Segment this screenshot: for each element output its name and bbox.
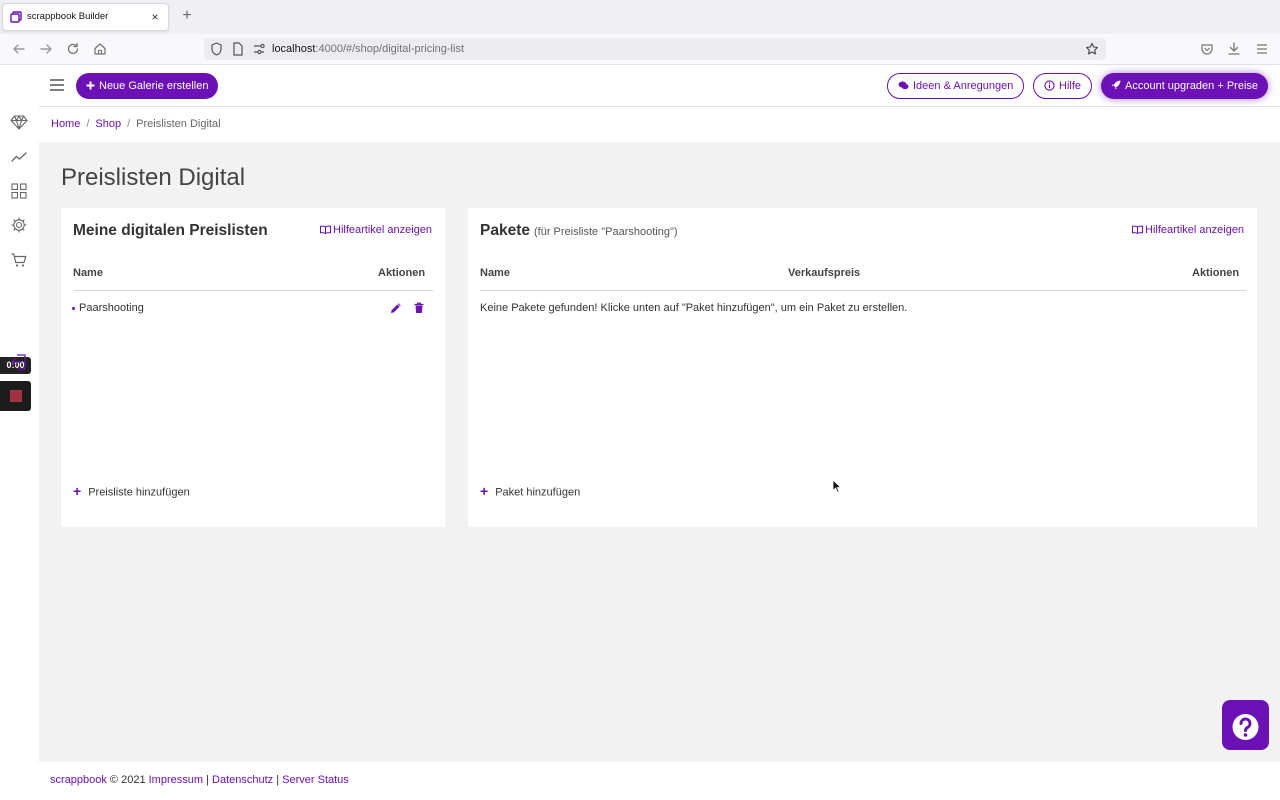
shield-icon[interactable]: [210, 42, 223, 56]
shopping-cart-icon[interactable]: [10, 251, 28, 269]
delete-trash-icon[interactable]: [413, 302, 425, 314]
new-gallery-button[interactable]: Neue Galerie erstellen: [76, 73, 219, 99]
home-icon[interactable]: [91, 40, 109, 58]
tab-title: scrappbook Builder: [27, 11, 109, 22]
footer-impressum-link[interactable]: Impressum: [149, 774, 203, 786]
edit-pencil-icon[interactable]: [390, 302, 402, 314]
permissions-icon[interactable]: [252, 42, 266, 56]
settings-gear-icon[interactable]: [10, 216, 28, 234]
footer: scrappbook © 2021 Impressum | Datenschut…: [50, 774, 349, 786]
breadcrumb-shop[interactable]: Shop: [95, 118, 121, 130]
table-divider: [73, 290, 433, 291]
stop-recording-button[interactable]: [0, 381, 31, 411]
url-text: localhost:4000/#/shop/digital-pricing-li…: [272, 43, 465, 55]
footer-datenschutz-link[interactable]: Datenschutz: [212, 774, 273, 786]
logout-icon[interactable]: [10, 353, 28, 371]
browser-nav-bar: localhost:4000/#/shop/digital-pricing-li…: [0, 34, 1280, 65]
mouse-cursor-icon: [832, 479, 842, 493]
app-header: Neue Galerie erstellen Ideen & Anregunge…: [0, 65, 1280, 107]
bullet: [72, 306, 75, 310]
page-icon: [232, 42, 244, 56]
url-bar[interactable]: localhost:4000/#/shop/digital-pricing-li…: [204, 38, 1106, 60]
back-arrow-icon[interactable]: [10, 40, 28, 58]
hamburger-menu-icon[interactable]: [49, 78, 65, 92]
stop-square-icon: [10, 390, 22, 402]
new-tab-button[interactable]: +: [180, 8, 194, 24]
menu-icon[interactable]: [1253, 40, 1271, 58]
plus-icon: +: [73, 483, 82, 499]
download-icon[interactable]: [1225, 40, 1243, 58]
statistics-chart-icon[interactable]: [10, 148, 28, 166]
rocket-icon: [1111, 80, 1121, 90]
packages-title: Pakete (für Preisliste "Paarshooting"): [480, 222, 678, 239]
tab-close-icon[interactable]: ×: [147, 9, 163, 25]
breadcrumb-current: Preislisten Digital: [136, 118, 221, 130]
comments-icon: [898, 81, 909, 90]
price-lists-card: Meine digitalen Preislisten Hilfeartikel…: [61, 208, 445, 527]
add-price-list-button[interactable]: + Preisliste hinzufügen: [73, 483, 190, 499]
breadcrumb: Home / Shop / Preislisten Digital: [39, 107, 1280, 142]
footer-brand-link[interactable]: scrappbook: [50, 774, 107, 786]
forward-arrow-icon[interactable]: [37, 40, 55, 58]
column-header-actions: Aktionen: [1192, 267, 1240, 279]
column-header-name: Name: [73, 267, 103, 279]
main-content: Preislisten Digital Meine digitalen Prei…: [39, 142, 1280, 762]
reload-icon[interactable]: [64, 40, 82, 58]
breadcrumb-home[interactable]: Home: [51, 118, 80, 130]
info-circle-icon: [1044, 79, 1055, 91]
browser-tab[interactable]: scrappbook Builder ×: [2, 3, 169, 31]
table-row[interactable]: Paarshooting: [72, 302, 144, 314]
table-divider: [480, 290, 1246, 291]
book-icon: [320, 225, 331, 234]
book-icon: [1132, 225, 1143, 234]
browser-tab-bar: scrappbook Builder × +: [0, 0, 1280, 34]
apps-grid-icon[interactable]: [10, 182, 28, 200]
footer-server-status-link[interactable]: Server Status: [282, 774, 349, 786]
price-lists-title: Meine digitalen Preislisten: [73, 222, 268, 239]
upgrade-account-button[interactable]: Account upgraden + Preise: [1101, 73, 1269, 99]
price-list-name: Paarshooting: [79, 302, 144, 314]
column-header-name: Name: [480, 267, 510, 279]
sidebar: 0:00: [0, 65, 39, 800]
packages-subtitle: (für Preisliste "Paarshooting"): [533, 226, 678, 238]
add-package-button[interactable]: + Paket hinzufügen: [480, 483, 580, 499]
diamond-icon[interactable]: [10, 113, 28, 131]
pocket-icon[interactable]: [1198, 40, 1216, 58]
bookmark-star-icon[interactable]: [1085, 42, 1099, 56]
column-header-actions: Aktionen: [378, 267, 426, 279]
plus-icon: +: [480, 483, 489, 499]
scrappbook-favicon-icon: [10, 11, 22, 23]
question-circle-icon: [1232, 714, 1259, 740]
empty-packages-message: Keine Pakete gefunden! Klicke unten auf …: [480, 302, 908, 314]
packages-card: Pakete (für Preisliste "Paarshooting") Hi…: [468, 208, 1257, 527]
ideas-button[interactable]: Ideen & Anregungen: [887, 73, 1025, 99]
packages-help-link[interactable]: Hilfeartikel anzeigen: [1132, 224, 1244, 236]
help-button[interactable]: Hilfe: [1033, 73, 1093, 99]
plus-icon: [86, 81, 95, 90]
page-title: Preislisten Digital: [61, 164, 246, 191]
price-lists-help-link[interactable]: Hilfeartikel anzeigen: [320, 224, 432, 236]
help-chat-button[interactable]: [1222, 700, 1269, 750]
column-header-price: Verkaufspreis: [788, 267, 861, 279]
